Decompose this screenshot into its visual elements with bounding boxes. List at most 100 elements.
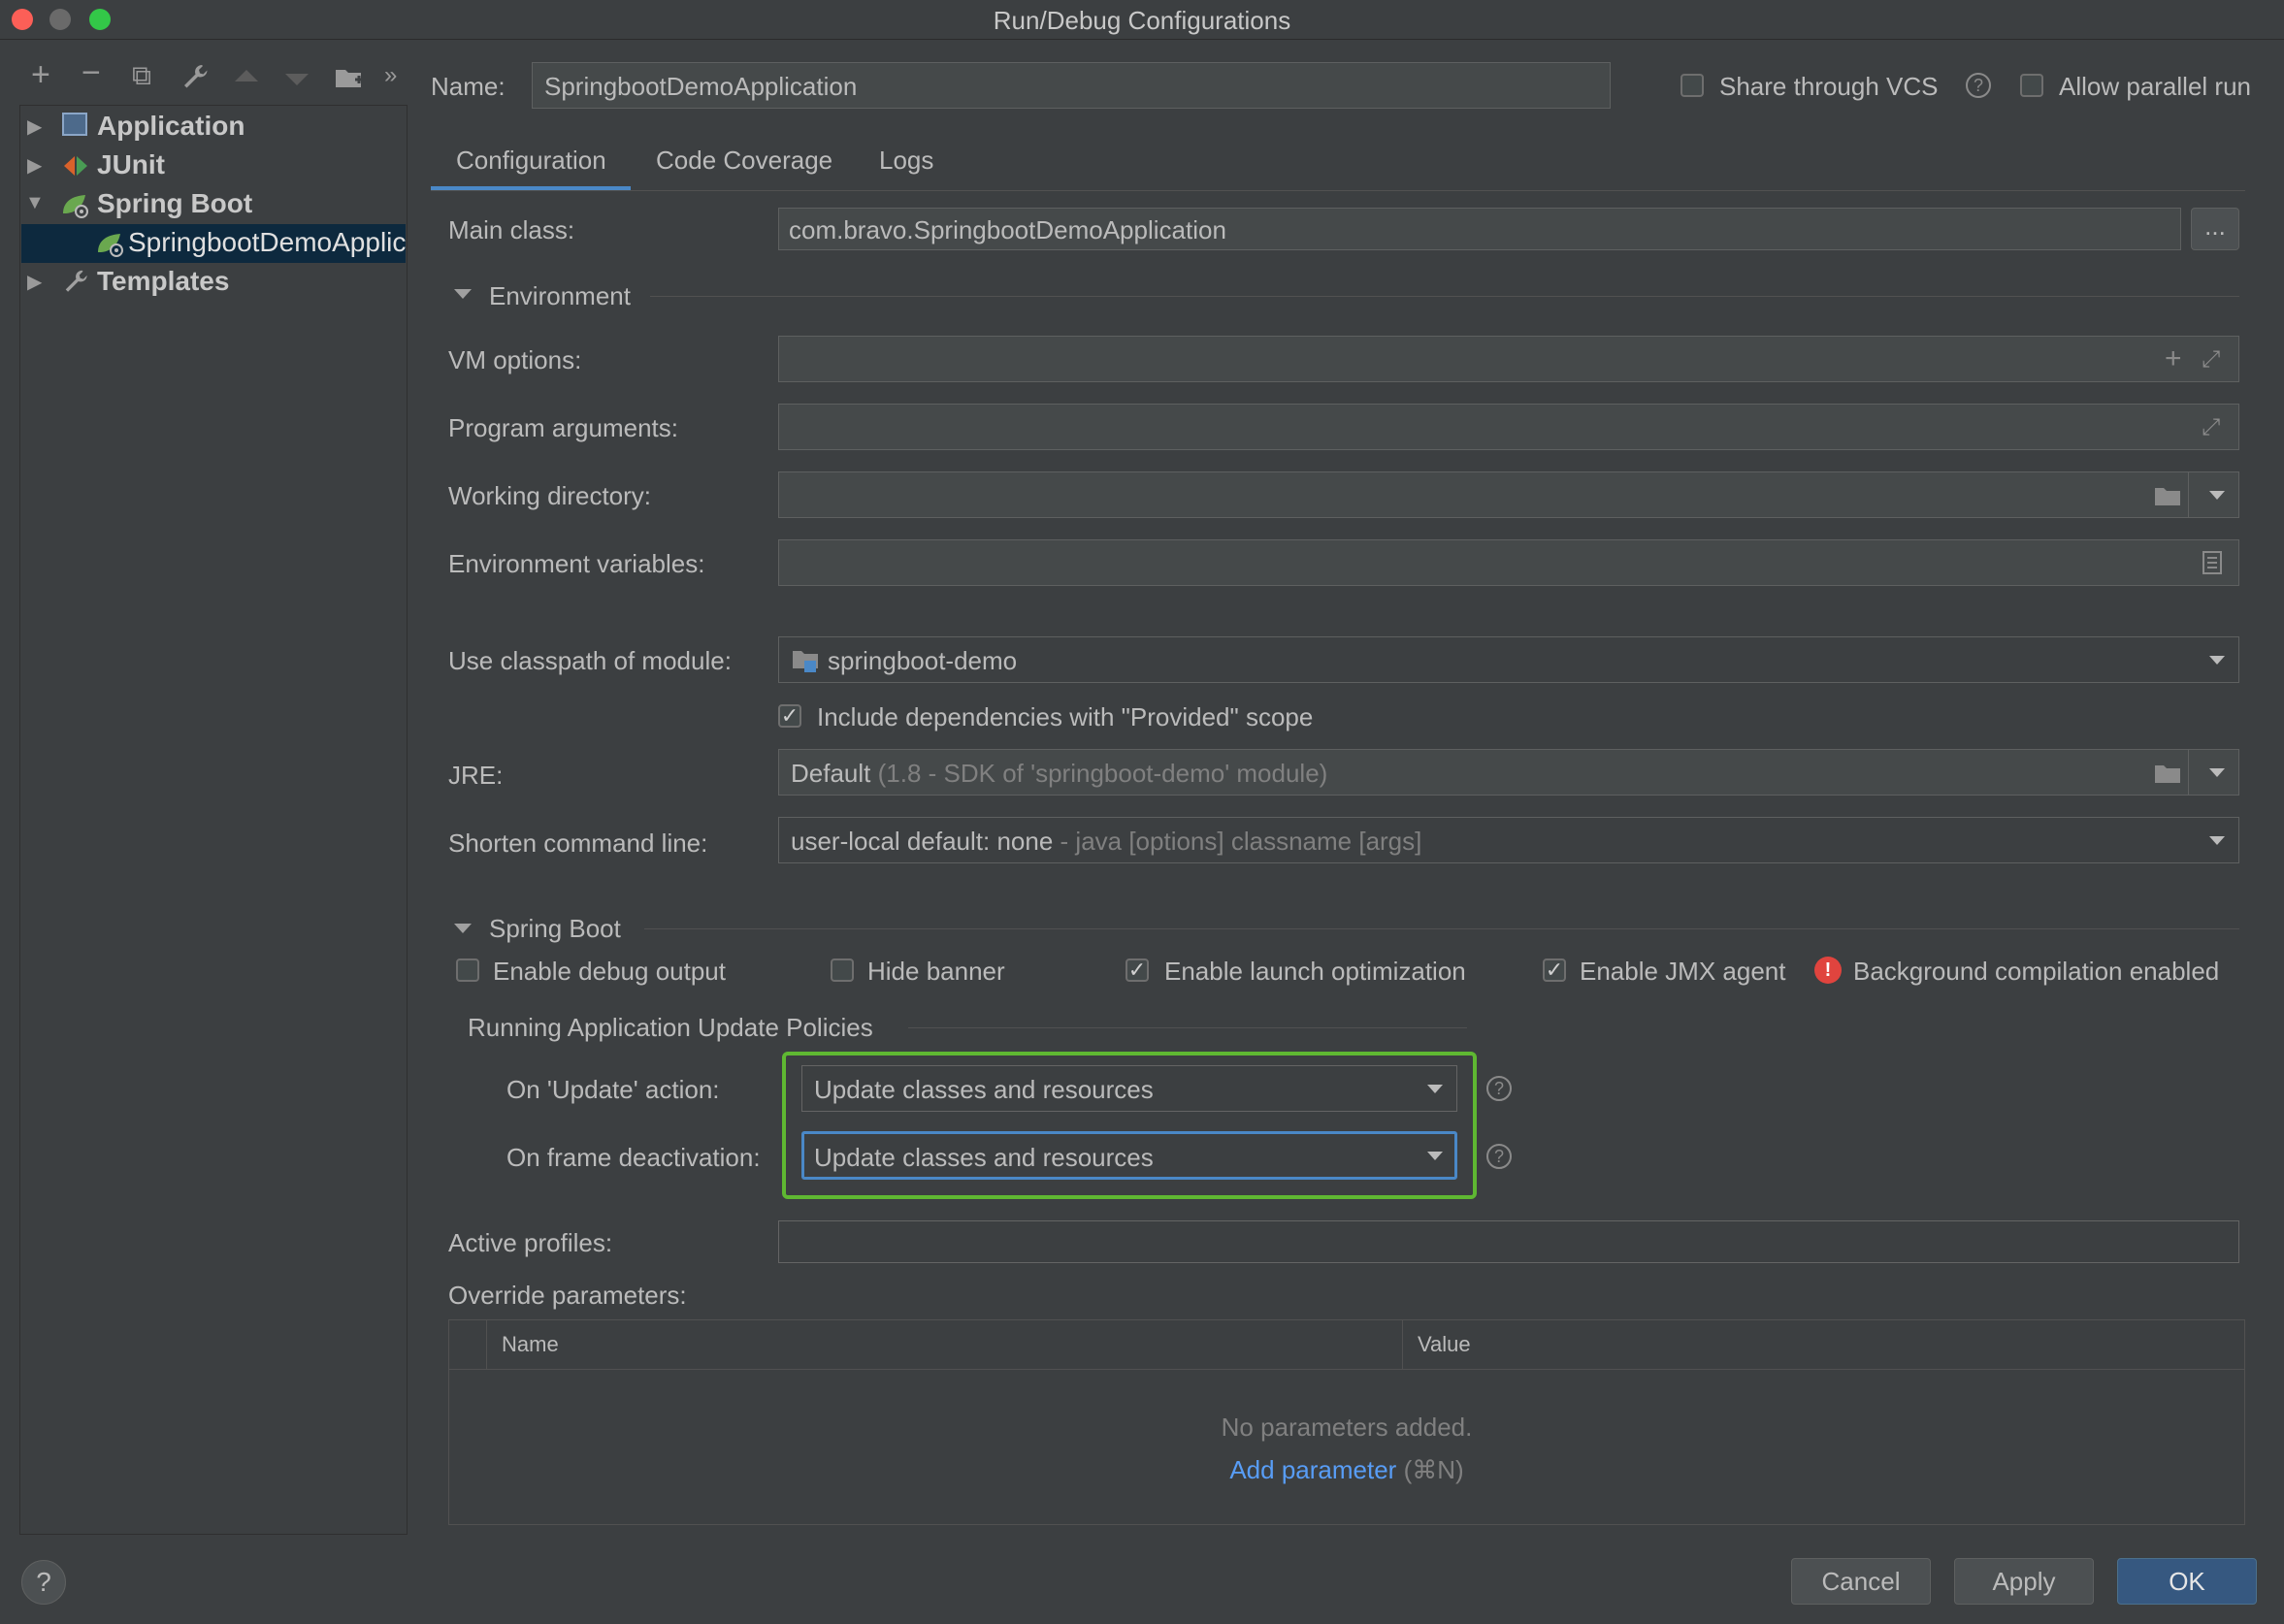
wrench-icon[interactable] <box>180 62 210 96</box>
add-icon[interactable]: + <box>31 56 50 94</box>
jre-value-text: Default <box>791 759 871 788</box>
chevron-down-icon[interactable] <box>1427 1152 1443 1160</box>
hide-banner-checkbox[interactable] <box>831 958 854 982</box>
tree-item-application[interactable]: Application <box>97 111 245 142</box>
override-parameters-label: Override parameters: <box>448 1281 687 1310</box>
main-class-label: Main class: <box>448 215 575 244</box>
environment-variables-input[interactable] <box>778 539 2239 586</box>
edit-list-icon[interactable] <box>2202 550 2223 580</box>
collapse-arrow-icon[interactable]: ▼ <box>25 192 45 214</box>
shorten-command-value: user-local default: none - java [options… <box>791 827 1421 857</box>
add-parameter-row: Add parameter (⌘N) <box>448 1455 2245 1485</box>
vm-options-input[interactable]: + ⤢ <box>778 336 2239 382</box>
spring-boot-section-title: Spring Boot <box>489 914 621 943</box>
environment-section-title: Environment <box>489 281 631 310</box>
table-column-value[interactable]: Value <box>1418 1332 1471 1357</box>
help-icon[interactable]: ? <box>1486 1076 1512 1101</box>
launch-optimization-checkbox[interactable]: ✓ <box>1126 958 1149 982</box>
help-icon[interactable]: ? <box>1966 73 1991 98</box>
jmx-agent-label: Enable JMX agent <box>1580 957 1786 986</box>
spring-boot-icon <box>60 192 91 224</box>
folder-icon[interactable] <box>334 64 365 96</box>
name-input-value: SpringbootDemoApplication <box>544 72 858 101</box>
share-vcs-checkbox[interactable] <box>1680 74 1704 97</box>
tab-logs[interactable]: Logs <box>879 146 933 176</box>
update-policies-title: Running Application Update Policies <box>468 1013 873 1042</box>
ok-button[interactable]: OK <box>2117 1558 2257 1605</box>
add-parameter-link[interactable]: Add parameter <box>1229 1455 1396 1484</box>
shorten-command-dropdown[interactable]: user-local default: none - java [options… <box>778 817 2239 863</box>
chevron-down-icon[interactable] <box>2209 491 2225 500</box>
share-vcs-label: Share through VCS <box>1719 72 1939 101</box>
chevron-down-icon[interactable] <box>2209 768 2225 777</box>
tree-item-spring-boot[interactable]: Spring Boot <box>97 188 252 219</box>
application-icon <box>62 113 87 136</box>
tree-item-junit[interactable]: JUnit <box>97 149 165 180</box>
jre-value: Default (1.8 - SDK of 'springboot-demo' … <box>791 759 1327 789</box>
include-dependencies-checkbox[interactable]: ✓ <box>778 704 801 728</box>
chevron-down-icon[interactable] <box>1427 1085 1443 1093</box>
table-column-name[interactable]: Name <box>502 1332 559 1357</box>
tree-item-springboot-demo-application[interactable]: SpringbootDemoApplic <box>128 227 406 258</box>
tab-configuration[interactable]: Configuration <box>456 146 606 176</box>
classpath-dropdown[interactable]: springboot-demo <box>778 636 2239 683</box>
tree-item-templates[interactable]: Templates <box>97 266 229 297</box>
module-folder-icon <box>791 647 820 679</box>
folder-icon[interactable] <box>2153 762 2182 790</box>
chevron-down-icon[interactable] <box>2209 836 2225 845</box>
configuration-tree <box>19 105 408 1535</box>
remove-icon[interactable]: − <box>82 54 101 92</box>
debug-output-checkbox[interactable] <box>456 958 479 982</box>
cancel-button[interactable]: Cancel <box>1791 1558 1931 1605</box>
launch-optimization-label: Enable launch optimization <box>1164 957 1466 986</box>
wrench-icon <box>62 268 89 300</box>
help-icon[interactable]: ? <box>1486 1144 1512 1169</box>
hide-banner-label: Hide banner <box>867 957 1005 986</box>
include-dependencies-label: Include dependencies with "Provided" sco… <box>817 702 1314 731</box>
active-profiles-input[interactable] <box>778 1220 2239 1263</box>
environment-collapse-icon[interactable] <box>454 289 472 299</box>
folder-icon[interactable] <box>2153 484 2182 512</box>
shorten-command-label: Shorten command line: <box>448 828 708 858</box>
background-compilation-label: Background compilation enabled <box>1853 957 2220 986</box>
junit-icon <box>62 153 89 183</box>
on-update-dropdown[interactable]: Update classes and resources <box>801 1065 1457 1112</box>
help-button[interactable]: ? <box>21 1560 66 1605</box>
allow-parallel-label: Allow parallel run <box>2059 72 2251 101</box>
expand-arrow-icon[interactable]: ▶ <box>27 153 42 178</box>
working-directory-input[interactable] <box>778 471 2239 518</box>
more-icon[interactable]: » <box>384 62 397 89</box>
jre-hint: (1.8 - SDK of 'springboot-demo' module) <box>877 759 1328 788</box>
apply-button[interactable]: Apply <box>1954 1558 2094 1605</box>
spring-boot-collapse-icon[interactable] <box>454 924 472 933</box>
error-icon: ! <box>1814 957 1842 984</box>
on-frame-deactivation-dropdown[interactable]: Update classes and resources <box>801 1131 1457 1180</box>
environment-separator <box>650 296 2239 297</box>
main-class-value: com.bravo.SpringbootDemoApplication <box>789 215 1226 244</box>
browse-main-class-button[interactable]: ... <box>2191 208 2239 250</box>
program-arguments-input[interactable]: ⤢ <box>778 404 2239 450</box>
tab-separator <box>431 190 2245 191</box>
main-class-input[interactable]: com.bravo.SpringbootDemoApplication <box>778 208 2181 250</box>
chevron-down-icon[interactable] <box>2209 656 2225 665</box>
expand-arrow-icon[interactable]: ▶ <box>27 114 42 139</box>
jre-input[interactable]: Default (1.8 - SDK of 'springboot-demo' … <box>778 749 2239 796</box>
move-down-icon[interactable] <box>285 74 309 85</box>
jre-label: JRE: <box>448 761 504 790</box>
table-header <box>449 1320 2244 1370</box>
allow-parallel-checkbox[interactable] <box>2020 74 2043 97</box>
add-icon[interactable]: + <box>2165 342 2182 375</box>
move-up-icon[interactable] <box>235 70 258 81</box>
name-label: Name: <box>431 72 506 101</box>
expand-icon[interactable]: ⤢ <box>2202 346 2220 374</box>
name-input[interactable]: SpringbootDemoApplication <box>532 62 1611 109</box>
active-profiles-label: Active profiles: <box>448 1228 613 1257</box>
environment-variables-label: Environment variables: <box>448 549 705 578</box>
expand-icon[interactable]: ⤢ <box>2202 414 2220 441</box>
on-update-label: On 'Update' action: <box>506 1075 720 1104</box>
jmx-agent-checkbox[interactable]: ✓ <box>1543 958 1566 982</box>
tab-code-coverage[interactable]: Code Coverage <box>656 146 832 176</box>
copy-icon[interactable]: ⧉ <box>132 60 151 92</box>
update-policies-separator <box>908 1027 1467 1028</box>
expand-arrow-icon[interactable]: ▶ <box>27 270 42 294</box>
